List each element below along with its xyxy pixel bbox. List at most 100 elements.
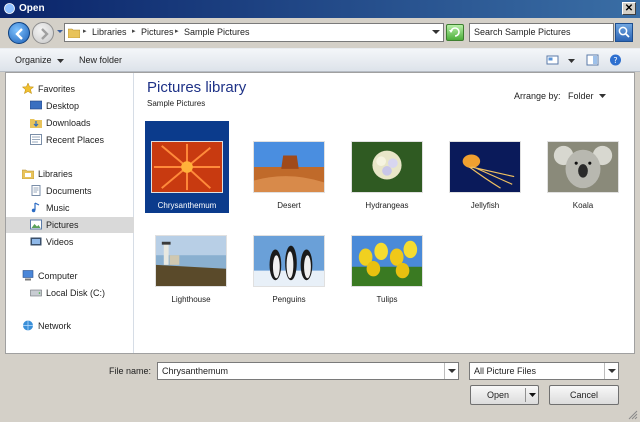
- file-name: Lighthouse: [171, 295, 211, 304]
- file-item-jellyfish[interactable]: Jellyfish: [443, 121, 527, 213]
- file-name: Penguins: [272, 295, 306, 304]
- nav-desktop[interactable]: Desktop: [30, 98, 130, 114]
- file-type-dropdown[interactable]: [604, 363, 618, 379]
- open-dialog: Open ✕ ▸ Libraries ▸ Pictures ▸ Sample P…: [0, 0, 640, 422]
- nav-pictures[interactable]: Pictures: [6, 217, 134, 233]
- resize-grip-icon[interactable]: [628, 410, 638, 420]
- nav-downloads[interactable]: Downloads: [30, 115, 130, 131]
- forward-button[interactable]: [32, 22, 54, 44]
- file-item-koala[interactable]: Koala: [541, 121, 625, 213]
- chevron-down-icon[interactable]: [568, 59, 575, 63]
- refresh-icon: [449, 27, 460, 37]
- navigation-pane: Favorites Desktop Downloads Recent Place…: [6, 73, 134, 353]
- address-row: ▸ Libraries ▸ Pictures ▸ Sample Pictures…: [0, 18, 640, 48]
- breadcrumb-libraries[interactable]: Libraries: [92, 27, 127, 37]
- library-subtitle: Sample Pictures: [147, 99, 206, 108]
- file-name: Desert: [277, 201, 301, 210]
- nav-label: Recent Places: [46, 135, 105, 145]
- cancel-button[interactable]: Cancel: [549, 385, 619, 405]
- library-title: Pictures library: [147, 79, 247, 96]
- file-name-label: File name:: [109, 366, 152, 376]
- libraries-icon: [22, 169, 34, 179]
- breadcrumb-sample-pictures[interactable]: Sample Pictures: [184, 27, 250, 37]
- nav-label: Libraries: [38, 169, 73, 179]
- nav-label: Videos: [46, 237, 74, 247]
- documents-icon: [31, 185, 41, 196]
- recent-places-icon: [30, 134, 42, 145]
- file-name: Chrysanthemum: [157, 201, 217, 210]
- lighthouse-thumbnail: [155, 235, 227, 287]
- nav-computer[interactable]: Computer: [22, 268, 130, 284]
- file-item-penguins[interactable]: Penguins: [247, 215, 331, 307]
- arrange-by-dropdown[interactable]: Folder: [568, 91, 594, 101]
- nav-favorites[interactable]: Favorites: [22, 81, 130, 97]
- close-button[interactable]: ✕: [622, 2, 636, 15]
- back-arrow-icon: [15, 28, 23, 40]
- file-name: Hydrangeas: [365, 201, 409, 210]
- hard-drive-icon: [30, 289, 42, 297]
- chevron-down-icon: [608, 369, 616, 373]
- pictures-icon: [30, 219, 42, 230]
- nav-label: Network: [38, 321, 72, 331]
- open-button[interactable]: Open: [470, 385, 539, 405]
- nav-music[interactable]: Music: [30, 200, 130, 216]
- nav-local-disk[interactable]: Local Disk (C:): [30, 285, 130, 301]
- organize-button[interactable]: Organize: [15, 55, 52, 65]
- computer-icon: [22, 270, 34, 281]
- refresh-button[interactable]: [446, 24, 464, 41]
- chevron-down-icon: [57, 59, 64, 63]
- file-type-select[interactable]: All Picture Files: [469, 362, 619, 380]
- address-bar[interactable]: ▸ Libraries ▸ Pictures ▸ Sample Pictures: [64, 23, 444, 42]
- nav-libraries[interactable]: Libraries: [22, 166, 130, 182]
- nav-label: Music: [46, 203, 70, 213]
- help-icon[interactable]: ?: [609, 54, 622, 66]
- desktop-icon: [30, 100, 42, 110]
- jellyfish-thumbnail: [449, 141, 521, 193]
- nav-documents[interactable]: Documents: [30, 183, 130, 199]
- nav-label: Desktop: [46, 101, 80, 111]
- tulips-thumbnail: [351, 235, 423, 287]
- svg-text:?: ?: [613, 56, 617, 65]
- forward-arrow-icon: [41, 28, 49, 40]
- file-item-tulips[interactable]: Tulips: [345, 215, 429, 307]
- preview-pane-icon[interactable]: [586, 54, 599, 66]
- nav-recent-places[interactable]: Recent Places: [30, 132, 130, 148]
- breadcrumb-separator: ▸: [175, 28, 179, 35]
- window-title: Open: [19, 3, 45, 14]
- file-item-chrysanthemum[interactable]: Chrysanthemum: [145, 121, 229, 213]
- videos-icon: [30, 237, 42, 246]
- new-folder-button[interactable]: New folder: [79, 55, 122, 65]
- file-item-lighthouse[interactable]: Lighthouse: [149, 215, 233, 307]
- command-bar: Organize New folder ?: [0, 48, 640, 72]
- content-area: Favorites Desktop Downloads Recent Place…: [5, 72, 635, 354]
- file-item-hydrangeas[interactable]: Hydrangeas: [345, 121, 429, 213]
- nav-network[interactable]: Network: [22, 318, 130, 334]
- nav-label: Computer: [38, 271, 78, 281]
- chevron-down-icon[interactable]: [432, 29, 440, 35]
- music-icon: [31, 202, 40, 213]
- nav-label: Documents: [46, 186, 92, 196]
- file-name-input[interactable]: Chrysanthemum: [157, 362, 459, 380]
- recent-pages-icon[interactable]: [56, 27, 64, 37]
- search-input[interactable]: Search Sample Pictures: [469, 23, 614, 42]
- breadcrumb-pictures[interactable]: Pictures: [141, 27, 174, 37]
- nav-label: Downloads: [46, 118, 91, 128]
- search-button[interactable]: [615, 23, 633, 42]
- file-item-desert[interactable]: Desert: [247, 121, 331, 213]
- downloads-icon: [30, 119, 42, 128]
- hydrangeas-thumbnail: [351, 141, 423, 193]
- split-divider: [525, 388, 526, 402]
- chevron-down-icon[interactable]: [599, 94, 606, 98]
- chrysanthemum-thumbnail: [151, 141, 223, 193]
- chevron-down-icon: [448, 369, 456, 373]
- file-name-dropdown[interactable]: [444, 363, 458, 379]
- nav-videos[interactable]: Videos: [30, 234, 130, 250]
- chevron-down-icon[interactable]: [529, 393, 536, 397]
- folder-icon: [68, 28, 80, 38]
- nav-label: Favorites: [38, 84, 76, 94]
- search-icon: [618, 26, 630, 38]
- back-button[interactable]: [8, 22, 30, 44]
- koala-thumbnail: [547, 141, 619, 193]
- file-list-pane: Pictures library Sample Pictures Arrange…: [135, 73, 634, 353]
- change-view-icon[interactable]: [546, 54, 559, 66]
